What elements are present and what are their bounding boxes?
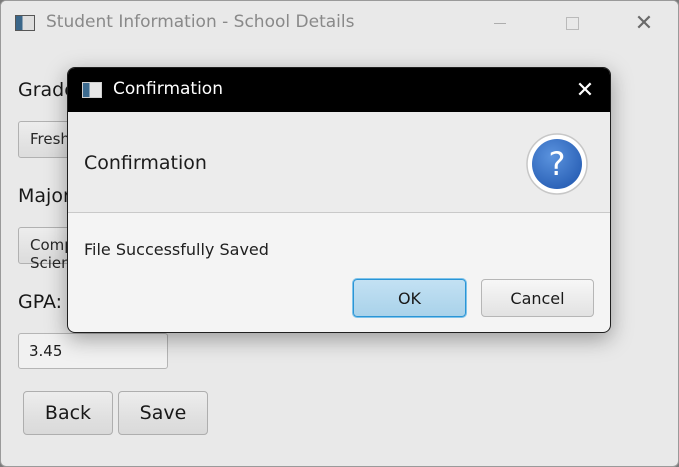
dialog-titlebar[interactable]: Confirmation ✕ [68, 68, 610, 112]
dialog-header-text: Confirmation [84, 152, 207, 174]
dialog-title: Confirmation [113, 79, 223, 99]
cancel-button[interactable]: Cancel [481, 279, 594, 317]
svg-text:?: ? [549, 145, 566, 183]
dialog-header: Confirmation ? [68, 112, 610, 213]
close-icon: ✕ [575, 77, 595, 103]
dialog-close-button[interactable]: ✕ [568, 75, 602, 105]
confirmation-dialog: Confirmation ✕ Confirmation ? File Succe… [67, 67, 611, 333]
dialog-app-icon [82, 82, 102, 98]
dialog-message: File Successfully Saved [84, 240, 269, 259]
question-icon: ? [526, 133, 588, 195]
ok-button[interactable]: OK [353, 279, 466, 317]
